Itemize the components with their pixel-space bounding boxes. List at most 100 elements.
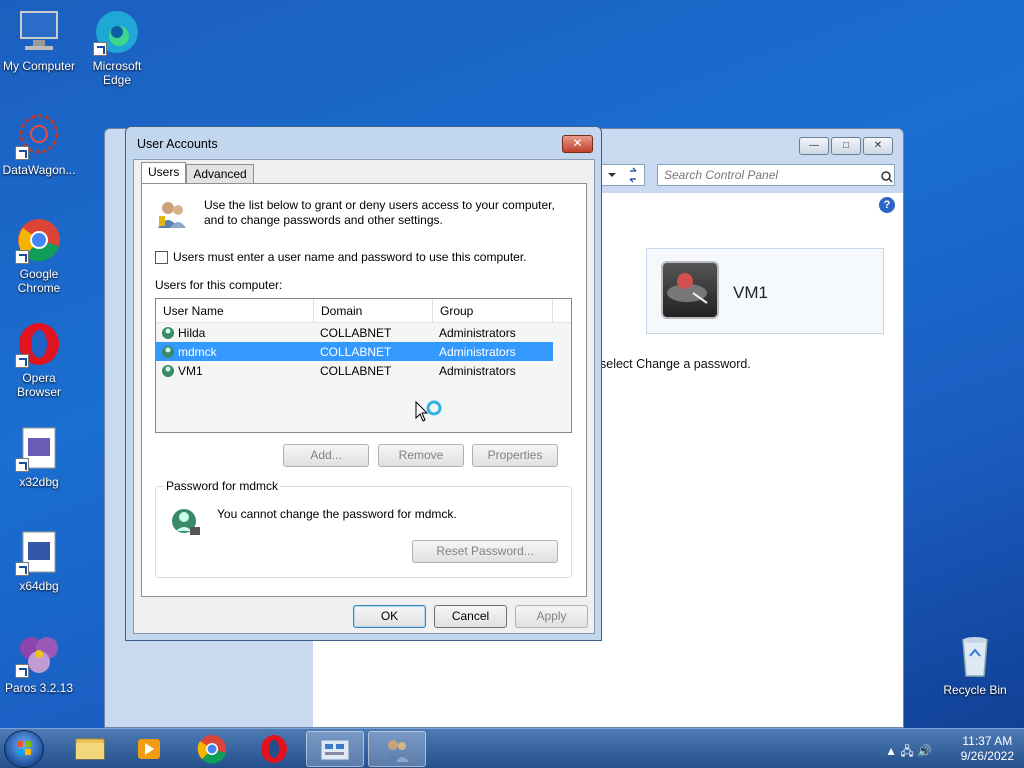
taskbar-user-accounts[interactable]	[368, 731, 426, 767]
paros-icon	[15, 630, 63, 678]
minimize-button[interactable]: —	[799, 137, 829, 155]
user-name-cell: mdmck	[178, 344, 217, 359]
taskbar: ▲ 🖧 🔊 11:37 AM 9/26/2022	[0, 728, 1024, 768]
table-row[interactable]: mdmck COLLABNET Administrators	[156, 342, 553, 361]
desktop-icon-x32dbg[interactable]: x32dbg	[0, 424, 78, 489]
group-cell: Administrators	[439, 344, 516, 359]
require-login-checkbox[interactable]	[155, 250, 168, 264]
domain-cell: COLLABNET	[320, 325, 392, 340]
users-list[interactable]: User Name Domain Group Hilda COLLABNET A…	[155, 298, 572, 433]
window-controls: — □ ✕	[799, 137, 893, 155]
password-message: You cannot change the password for mdmck…	[217, 507, 457, 521]
properties-button[interactable]: Properties	[472, 444, 558, 467]
desktop-icon-label: DataWagon...	[2, 163, 76, 177]
desktop-icon-datawagon[interactable]: DataWagon...	[0, 112, 78, 177]
account-card[interactable]: VM1	[646, 248, 884, 334]
x64dbg-icon	[15, 528, 63, 576]
help-icon[interactable]: ?	[879, 197, 895, 213]
user-name-cell: Hilda	[178, 325, 206, 340]
domain-cell: COLLABNET	[320, 363, 392, 378]
user-icon	[162, 364, 174, 377]
table-row[interactable]: Hilda COLLABNET Administrators	[156, 323, 553, 342]
clock-date: 9/26/2022	[960, 749, 1014, 763]
clock[interactable]: 11:37 AM 9/26/2022	[961, 734, 1014, 764]
group-cell: Administrators	[439, 363, 516, 378]
control-panel-icon	[320, 739, 350, 761]
desktop-icon-recycle-bin[interactable]: Recycle Bin	[936, 632, 1014, 697]
users-tab-panel: Use the list below to grant or deny user…	[141, 183, 587, 597]
media-player-icon	[138, 739, 160, 759]
tab-strip: Users Advanced	[141, 162, 254, 184]
column-group[interactable]: Group	[433, 299, 553, 322]
users-list-label: Users for this computer:	[155, 278, 283, 292]
reset-password-button[interactable]: Reset Password...	[412, 540, 558, 563]
desktop-icon-label: Recycle Bin	[943, 683, 1007, 697]
computer-icon	[15, 8, 63, 56]
user-name-cell: VM1	[178, 363, 203, 378]
add-button[interactable]: Add...	[283, 444, 369, 467]
shortcut-arrow-icon	[15, 458, 29, 472]
ok-button[interactable]: OK	[353, 605, 426, 628]
taskbar-media-player[interactable]	[120, 731, 178, 767]
tab-advanced[interactable]: Advanced	[186, 164, 254, 184]
user-key-icon	[170, 507, 202, 539]
close-button[interactable]: ✕	[562, 135, 593, 153]
start-button[interactable]	[4, 730, 44, 768]
account-picture-icon	[661, 261, 719, 319]
group-cell: Administrators	[439, 325, 516, 340]
column-user-name[interactable]: User Name	[156, 299, 314, 322]
user-accounts-dialog[interactable]: User Accounts ✕ Users Advanced Use the l…	[125, 126, 602, 641]
dialog-title: User Accounts	[137, 137, 218, 151]
windows-logo-icon	[17, 741, 31, 755]
desktop-icon-label: Opera Browser	[16, 371, 61, 399]
taskbar-control-panel[interactable]	[306, 731, 364, 767]
list-header: User Name Domain Group	[156, 299, 571, 323]
cancel-button[interactable]: Cancel	[434, 605, 507, 628]
apply-button[interactable]: Apply	[515, 605, 588, 628]
taskbar-opera[interactable]	[244, 731, 302, 767]
desktop-icon-edge[interactable]: Microsoft Edge	[78, 8, 156, 87]
search-icon[interactable]	[881, 171, 893, 183]
desktop-icon-label: My Computer	[2, 59, 76, 73]
require-login-checkbox-row[interactable]: Users must enter a user name and passwor…	[155, 250, 527, 264]
user-icon	[162, 326, 174, 339]
desktop-icon-paros[interactable]: Paros 3.2.13	[0, 630, 78, 695]
edge-icon	[93, 8, 141, 56]
desktop-icon-label: Paros 3.2.13	[4, 681, 74, 695]
network-icon[interactable]: 🖧	[900, 744, 913, 758]
taskbar-explorer[interactable]	[60, 731, 118, 767]
require-login-label: Users must enter a user name and passwor…	[173, 250, 527, 264]
desktop-icon-label: Google Chrome	[17, 267, 61, 295]
password-group: Password for mdmck You cannot change the…	[155, 479, 572, 578]
intro-text: Use the list below to grant or deny user…	[204, 198, 555, 227]
taskbar-chrome[interactable]	[182, 731, 240, 767]
table-row[interactable]: VM1 COLLABNET Administrators	[156, 361, 553, 380]
show-hidden-icons-icon[interactable]: ▲	[885, 744, 897, 758]
explorer-icon	[75, 738, 105, 760]
desktop-icon-my-computer[interactable]: My Computer	[0, 8, 78, 73]
remove-button[interactable]: Remove	[378, 444, 464, 467]
opera-icon	[15, 320, 63, 368]
tab-users[interactable]: Users	[141, 162, 187, 184]
address-dropdown-refresh[interactable]	[601, 164, 645, 186]
search-input[interactable]: Search Control Panel	[657, 164, 895, 186]
column-domain[interactable]: Domain	[314, 299, 433, 322]
volume-icon[interactable]: 🔊	[917, 744, 932, 758]
shortcut-arrow-icon	[15, 146, 29, 160]
system-tray: ▲ 🖧 🔊	[885, 742, 932, 763]
desktop-icon-chrome[interactable]: Google Chrome	[0, 216, 78, 295]
shortcut-arrow-icon	[15, 664, 29, 678]
chrome-icon	[197, 735, 226, 764]
busy-cursor-icon	[415, 400, 442, 422]
desktop-icon-x64dbg[interactable]: x64dbg	[0, 528, 78, 593]
password-group-title: Password for mdmck	[164, 479, 281, 493]
datawagon-icon	[15, 112, 63, 160]
maximize-button[interactable]: □	[831, 137, 861, 155]
desktop-icon-label: x32dbg	[19, 475, 59, 489]
desktop-icon-opera[interactable]: Opera Browser	[0, 320, 78, 399]
user-icon	[162, 345, 174, 358]
close-button[interactable]: ✕	[863, 137, 893, 155]
chrome-icon	[15, 216, 63, 264]
account-name: VM1	[733, 283, 768, 302]
refresh-icon	[608, 167, 637, 183]
